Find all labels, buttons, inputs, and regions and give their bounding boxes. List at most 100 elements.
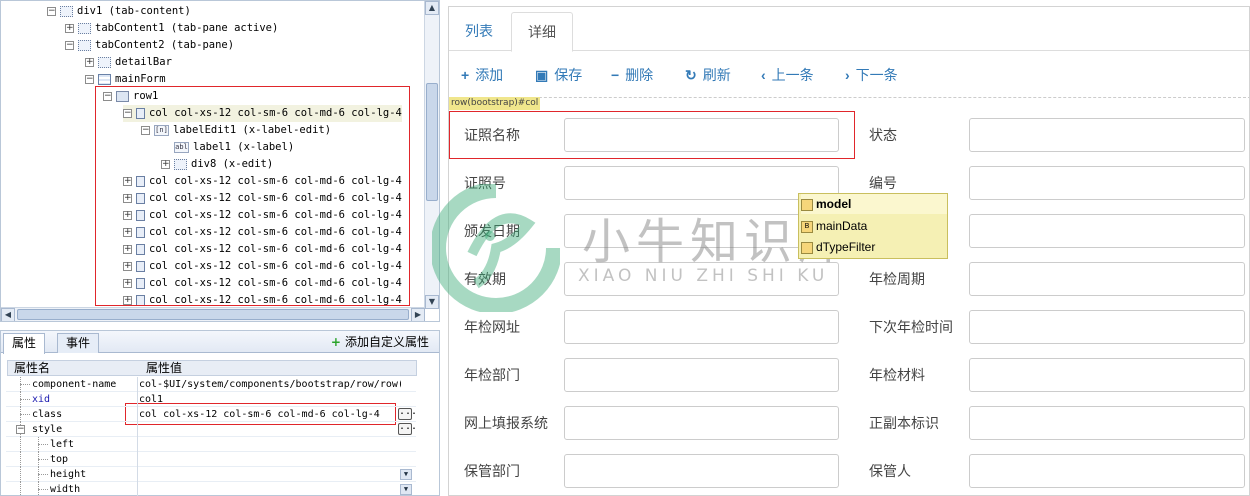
property-row[interactable]: height ▼	[6, 467, 416, 482]
property-name-cell: xid	[6, 392, 138, 407]
field-label: 正副本标识	[869, 415, 939, 431]
property-name: class	[32, 409, 63, 420]
popup-item-maindata[interactable]: BmainData	[801, 216, 867, 236]
next-button[interactable]: › 下一条	[845, 63, 898, 87]
field-input[interactable]	[564, 310, 839, 344]
field-label: 编号	[869, 175, 897, 191]
property-name-cell: top	[6, 452, 138, 467]
field-label: 年检材料	[869, 367, 925, 383]
collapse-icon[interactable]: −	[16, 425, 25, 434]
field-input[interactable]	[969, 118, 1245, 152]
add-custom-attribute-button[interactable]: + 添加自定义属性	[331, 334, 429, 350]
ellipsis-button[interactable]: ...	[398, 407, 417, 420]
property-value[interactable]: col col-xs-12 col-sm-6 col-md-6 col-lg-4	[139, 407, 401, 422]
tree-hscroll-thumb[interactable]	[17, 309, 409, 320]
property-row[interactable]: class col col-xs-12 col-sm-6 col-md-6 col…	[6, 407, 417, 422]
tree-vertical-scrollbar[interactable]: ▲ ▼	[424, 1, 439, 309]
field-input[interactable]	[969, 166, 1245, 200]
next-label: 下一条	[855, 67, 898, 83]
scroll-down-icon[interactable]: ▼	[425, 295, 439, 309]
field-label: 年检周期	[869, 271, 925, 287]
scroll-up-icon[interactable]: ▲	[425, 1, 439, 15]
popup-item-label: dTypeFilter	[816, 240, 876, 254]
property-name-cell: height	[6, 467, 138, 482]
property-name: style	[32, 424, 63, 435]
popup-item-model[interactable]: model	[801, 194, 947, 214]
scroll-right-icon[interactable]: ▶	[411, 308, 425, 321]
property-value[interactable]	[139, 467, 401, 482]
field-input[interactable]	[969, 262, 1245, 296]
property-name-cell: class	[6, 407, 138, 422]
property-value[interactable]	[139, 422, 401, 437]
tree-node[interactable]: + tabContent1 (tab-pane active)	[65, 20, 278, 37]
collapse-icon[interactable]: −	[85, 74, 94, 84]
property-row[interactable]: top	[6, 452, 416, 467]
tree-node[interactable]: + detailBar	[85, 54, 172, 71]
property-name: left	[50, 439, 75, 450]
field-label: 网上填报系统	[464, 415, 548, 431]
expand-icon[interactable]: +	[65, 23, 74, 33]
selection-highlight-box	[95, 86, 410, 306]
field-input[interactable]	[564, 406, 839, 440]
prev-button[interactable]: ‹ 上一条	[761, 63, 814, 87]
field-input[interactable]	[969, 454, 1245, 488]
expand-icon[interactable]: +	[85, 57, 94, 67]
ellipsis-button[interactable]: ...	[398, 422, 417, 435]
field-input[interactable]	[969, 406, 1245, 440]
tree-guide-line	[38, 459, 48, 460]
tab-attributes[interactable]: 属性	[3, 333, 46, 354]
add-button[interactable]: + 添加	[461, 63, 503, 87]
plus-icon: +	[461, 67, 470, 83]
field-input[interactable]	[969, 310, 1245, 344]
tree-guide-line	[38, 474, 48, 475]
property-name: top	[50, 454, 69, 465]
chevron-down-icon[interactable]: ▼	[400, 484, 412, 495]
property-row[interactable]: − style...	[6, 422, 417, 437]
property-name-cell: width	[6, 482, 138, 496]
field-input[interactable]	[564, 118, 839, 152]
tab-list[interactable]: 列表	[449, 12, 509, 52]
tree-guide-line	[38, 444, 48, 445]
tree-scroll-thumb[interactable]	[426, 83, 438, 201]
collapse-icon[interactable]: −	[65, 40, 74, 50]
property-value[interactable]: col-$UI/system/components/bootstrap/row/…	[139, 377, 401, 392]
refresh-button[interactable]: ↻ 刷新	[685, 63, 731, 87]
tree-guide-line	[20, 482, 21, 496]
save-button[interactable]: ▣ 保存	[535, 63, 582, 87]
property-value[interactable]: col1	[139, 392, 401, 407]
tab-events[interactable]: 事件	[57, 333, 100, 353]
field-input[interactable]	[564, 358, 839, 392]
property-value[interactable]	[139, 482, 401, 496]
field-input[interactable]	[564, 262, 839, 296]
tab-detail[interactable]: 详细	[511, 12, 573, 52]
plus-icon: +	[330, 335, 341, 349]
tree-guide-line	[20, 414, 30, 415]
collapse-icon[interactable]: −	[47, 6, 56, 16]
field-input[interactable]	[564, 454, 839, 488]
property-row[interactable]: left	[6, 437, 416, 452]
chevron-down-icon[interactable]: ▼	[400, 469, 412, 480]
property-grid-header: 属性名 属性值	[7, 360, 417, 376]
field-label: 状态	[869, 127, 897, 143]
tree-node[interactable]: − tabContent2 (tab-pane)	[65, 37, 234, 54]
field-label: 证照名称	[464, 127, 520, 143]
field-input[interactable]	[969, 214, 1245, 248]
property-row[interactable]: width ▼	[6, 482, 416, 496]
field-label: 有效期	[464, 271, 506, 287]
scroll-left-icon[interactable]: ◀	[1, 308, 15, 321]
save-label: 保存	[554, 67, 583, 83]
property-row[interactable]: xid col1	[6, 392, 416, 407]
property-value[interactable]	[139, 437, 401, 452]
tree-node-icon	[78, 22, 91, 34]
prev-label: 上一条	[771, 67, 814, 83]
popup-item-dtypefilter[interactable]: dTypeFilter	[801, 237, 875, 257]
property-row[interactable]: component-name col-$UI/system/components/…	[6, 377, 416, 392]
popup-item-label: mainData	[816, 219, 868, 233]
tree-horizontal-scrollbar[interactable]: ◀ ▶	[1, 307, 425, 321]
tree-guide-line	[20, 384, 30, 385]
delete-button[interactable]: − 删除	[611, 63, 653, 87]
field-input[interactable]	[969, 358, 1245, 392]
property-value[interactable]	[139, 452, 401, 467]
tree-node-label: tabContent2 (tab-pane)	[95, 39, 235, 51]
tree-node[interactable]: − div1 (tab-content)	[47, 3, 191, 20]
